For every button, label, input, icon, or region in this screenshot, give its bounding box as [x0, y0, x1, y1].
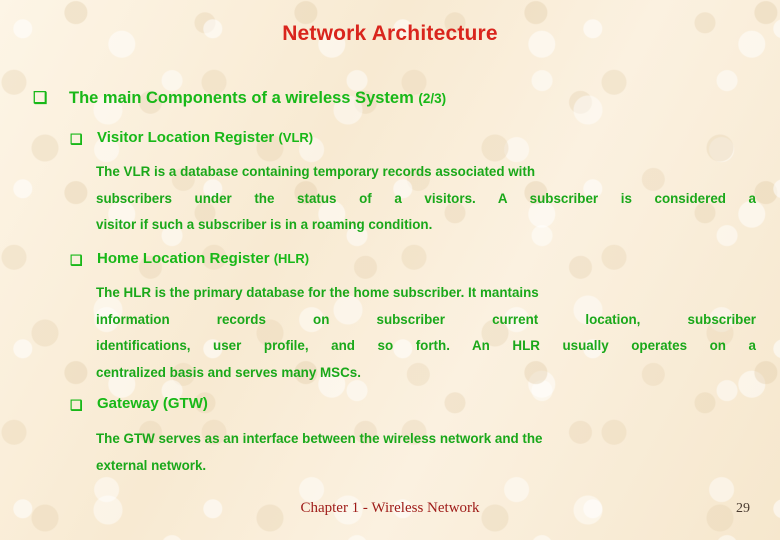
- section-heading-vlr-label: Visitor Location Register: [97, 129, 279, 146]
- body-line: identifications, user profile, and so fo…: [96, 338, 756, 353]
- body-line: visitor if such a subscriber is in a roa…: [96, 217, 433, 232]
- body-line: The HLR is the primary database for the …: [96, 285, 539, 300]
- footer-chapter-label: Chapter 1 - Wireless Network: [300, 500, 480, 516]
- bullet-square-icon: ❑: [33, 90, 48, 107]
- section-heading-hlr-label: Home Location Register: [97, 250, 274, 267]
- body-line: external network.: [96, 457, 207, 473]
- bullet-square-icon: ❑: [70, 397, 83, 413]
- page-title: Network Architecture: [282, 22, 498, 45]
- section-heading-gtw-label: Gateway (GTW): [97, 395, 208, 412]
- section-heading-row-vlr: ❑ Visitor Location Register (VLR): [70, 129, 314, 147]
- section-body-hlr: The HLR is the primary database for the …: [96, 280, 756, 386]
- section-heading-vlr-abbrev: (VLR): [278, 130, 314, 145]
- page-number: 29: [736, 501, 750, 516]
- section-heading-vlr: Visitor Location Register (VLR): [97, 129, 314, 147]
- body-line: The VLR is a database containing tempora…: [96, 164, 536, 179]
- body-line: information records on subscriber curren…: [96, 311, 756, 327]
- section-heading-gtw: Gateway (GTW): [97, 395, 208, 413]
- bullet-square-icon: ❑: [70, 252, 83, 268]
- body-line: centralized basis and serves many MSCs.: [96, 364, 361, 380]
- section-heading-hlr: Home Location Register (HLR): [97, 250, 310, 268]
- body-line: The GTW serves as an interface between t…: [96, 431, 543, 446]
- main-bullet-label: The main Components of a wireless System: [69, 89, 419, 107]
- section-body-vlr: The VLR is a database containing tempora…: [96, 159, 756, 239]
- section-heading-row-gtw: ❑ Gateway (GTW): [70, 395, 208, 413]
- section-heading-hlr-abbrev: (HLR): [273, 251, 310, 266]
- slide-canvas: Network Architecture ❑ The main Componen…: [0, 0, 780, 540]
- main-bullet-row: ❑ The main Components of a wireless Syst…: [33, 89, 446, 107]
- body-line: subscribers under the status of a visito…: [96, 190, 756, 206]
- main-bullet-text: The main Components of a wireless System…: [69, 89, 446, 107]
- section-body-gtw: The GTW serves as an interface between t…: [96, 426, 756, 479]
- main-bullet-part-indicator: (2/3): [418, 91, 447, 106]
- bullet-square-icon: ❑: [70, 131, 83, 147]
- section-heading-row-hlr: ❑ Home Location Register (HLR): [70, 250, 310, 268]
